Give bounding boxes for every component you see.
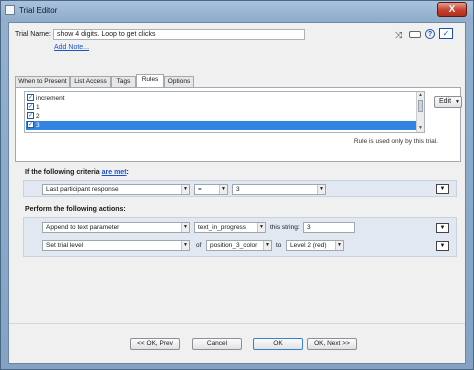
rule-usage-note: Rule is used only by this trial. <box>353 138 438 145</box>
tab-options[interactable]: Options <box>164 76 194 87</box>
criteria-header: If the following criteria are met: <box>25 169 129 176</box>
edit-rule-button[interactable]: Edit ▼ <box>434 96 462 108</box>
list-item[interactable]: ✓ 1 <box>26 103 416 112</box>
action1-type-value: Append to text parameter <box>46 224 120 231</box>
chevron-down-icon: ▼ <box>219 185 227 194</box>
criteria-header-text: If the following criteria <box>25 169 102 176</box>
criteria-value-select[interactable]: 3 ▼ <box>232 184 326 195</box>
criteria-row-menu-button[interactable]: ▼ <box>436 184 449 194</box>
action2-level-select[interactable]: Level 2 (red) ▼ <box>286 240 344 251</box>
tab-rules[interactable]: Rules <box>136 74 164 87</box>
chevron-down-icon: ▼ <box>181 223 189 232</box>
chevron-down-icon: ▼ <box>263 241 271 250</box>
tab-list-access[interactable]: List Access <box>70 76 111 87</box>
tab-when-to-present[interactable]: When to Present <box>15 76 70 87</box>
rules-tab-panel: ✓ increment ✓ 1 ✓ 2 ✓ 3 ▲ ▼ Edit ▼ Rule … <box>15 87 462 162</box>
criteria-row: Last participant response ▼ = ▼ 3 ▼ ▼ <box>23 180 457 197</box>
actions-group: Append to text parameter ▼ text_in_progre… <box>23 217 457 257</box>
cancel-button[interactable]: Cancel <box>192 338 242 350</box>
rule-label: 2 <box>36 113 40 120</box>
action2-row-menu-button[interactable]: ▼ <box>436 241 449 251</box>
action2-type-select[interactable]: Set trial level ▼ <box>42 240 190 251</box>
chevron-down-icon: ▼ <box>455 99 460 105</box>
action1-type-select[interactable]: Append to text parameter ▼ <box>42 222 190 233</box>
rule-label: 1 <box>36 104 40 111</box>
criteria-field-value: Last participant response <box>46 186 119 193</box>
action1-param-value: text_in_progress <box>198 224 247 231</box>
scroll-thumb[interactable] <box>418 100 423 112</box>
check-icon[interactable]: ✓ <box>439 28 453 39</box>
action2-type-value: Set trial level <box>46 242 84 249</box>
shuffle-icon[interactable]: ⤨ <box>395 30 402 41</box>
close-window-button[interactable]: X <box>437 2 467 17</box>
of-label: of <box>196 242 202 249</box>
criteria-value-text: 3 <box>236 186 240 193</box>
action2-param-select[interactable]: position_3_color ▼ <box>206 240 272 251</box>
criteria-field-select[interactable]: Last participant response ▼ <box>42 184 190 195</box>
rule-label: 3 <box>36 122 40 129</box>
chevron-down-icon: ▼ <box>335 241 343 250</box>
action1-param-select[interactable]: text_in_progress ▼ <box>194 222 266 233</box>
toggle-icon[interactable] <box>409 31 421 38</box>
title-bar[interactable]: Trial Editor X <box>1 1 473 21</box>
rules-list[interactable]: ✓ increment ✓ 1 ✓ 2 ✓ 3 ▲ ▼ <box>24 91 425 133</box>
criteria-operator-value: = <box>198 186 202 193</box>
rule-checkbox[interactable]: ✓ <box>27 103 34 111</box>
tab-tags[interactable]: Tags <box>111 76 136 87</box>
ok-next-button[interactable]: OK, Next >> <box>307 338 357 350</box>
actions-header: Perform the following actions: <box>25 206 126 213</box>
action2-param-value: position_3_color <box>210 242 258 249</box>
action1-row-menu-button[interactable]: ▼ <box>436 223 449 233</box>
trial-editor-window: Trial Editor X Trial Name: show 4 digits… <box>0 0 474 370</box>
dialog-button-bar: << OK, Prev Cancel OK OK, Next >> <box>9 323 465 364</box>
rule-label: increment <box>36 95 65 102</box>
window-title: Trial Editor <box>19 6 58 15</box>
trial-name-input[interactable]: show 4 digits. Loop to get clicks <box>53 29 305 40</box>
action1-string-input[interactable]: 3 <box>303 222 355 233</box>
edit-label: Edit <box>439 98 452 105</box>
add-note-link[interactable]: Add Note... <box>54 44 89 51</box>
scroll-down-icon[interactable]: ▼ <box>417 125 424 132</box>
list-item[interactable]: ✓ 2 <box>26 112 416 121</box>
rule-checkbox[interactable]: ✓ <box>27 121 34 129</box>
chevron-down-icon: ▼ <box>181 241 189 250</box>
chevron-down-icon: ▼ <box>257 223 265 232</box>
criteria-operator-select[interactable]: = ▼ <box>194 184 228 195</box>
dialog-body: Trial Name: show 4 digits. Loop to get c… <box>8 22 466 364</box>
action2-level-value: Level 2 (red) <box>290 242 327 249</box>
chevron-down-icon: ▼ <box>317 185 325 194</box>
help-icon[interactable]: ? <box>425 29 435 39</box>
list-item-selected[interactable]: ✓ 3 <box>26 121 416 130</box>
rule-checkbox[interactable]: ✓ <box>27 112 34 120</box>
window-app-icon <box>5 5 15 15</box>
list-item[interactable]: ✓ increment <box>26 94 416 103</box>
criteria-header-colon: : <box>126 169 129 176</box>
trial-name-label: Trial Name: <box>15 31 51 38</box>
rules-scrollbar[interactable]: ▲ ▼ <box>416 92 424 132</box>
chevron-down-icon: ▼ <box>181 185 189 194</box>
ok-prev-button[interactable]: << OK, Prev <box>130 338 180 350</box>
are-met-link[interactable]: are met <box>102 169 127 176</box>
rule-checkbox[interactable]: ✓ <box>27 94 34 102</box>
to-label: to <box>276 242 282 249</box>
this-string-label: this string: <box>270 224 300 231</box>
scroll-up-icon[interactable]: ▲ <box>417 92 424 99</box>
ok-button[interactable]: OK <box>253 338 303 350</box>
